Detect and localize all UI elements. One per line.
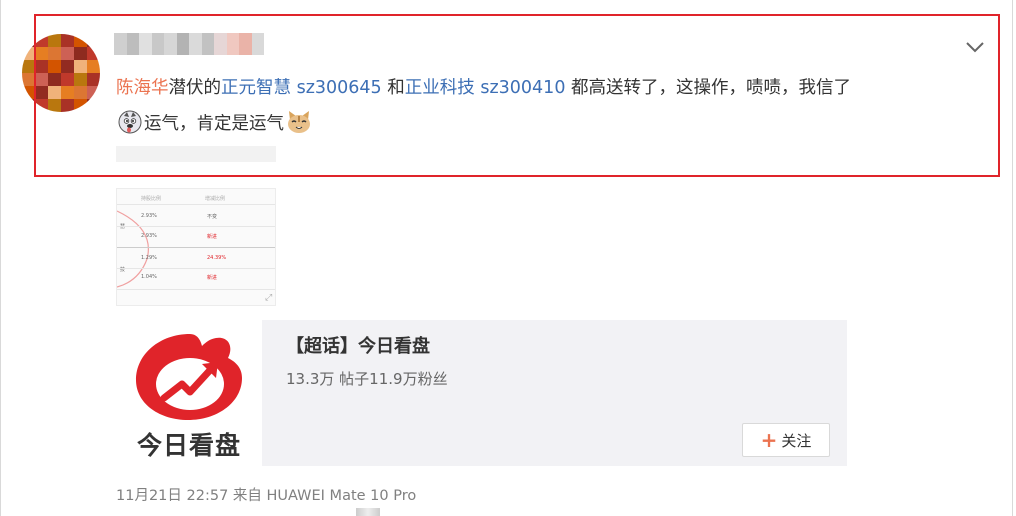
blurred-fragment: [356, 508, 380, 516]
thumbnail-header-cell: 持股比例: [141, 196, 162, 202]
post-image-thumbnail[interactable]: 持股比例 增减比例 慧 技 2.93% 不变 2.93% 新进 1.29% 24…: [116, 188, 276, 306]
thumbnail-divider: [117, 247, 275, 248]
post-source[interactable]: HUAWEI Mate 10 Pro: [267, 488, 417, 504]
plus-icon: +: [760, 428, 778, 452]
thumbnail-divider: [117, 268, 275, 269]
supertopic-stats: 13.3万 帖子11.9万粉丝: [286, 370, 448, 388]
chevron-down-icon[interactable]: [962, 34, 988, 60]
cat-emoji-icon: [286, 110, 312, 147]
text-segment: 潜伏的: [168, 78, 222, 98]
left-border: [0, 0, 1, 516]
company-link[interactable]: 正业科技: [405, 78, 475, 98]
thumbnail-cell: 24.39%: [207, 255, 227, 261]
thumbnail-cell: 1.04%: [141, 274, 157, 280]
thumbnail-cell: 1.29%: [141, 255, 157, 261]
weibo-logo-icon: [136, 334, 242, 420]
thumbnail-header-cell: 增减比例: [205, 196, 226, 202]
image-placeholder: [116, 146, 276, 162]
post-text: 陈海华潜伏的正元智慧 sz300645 和正业科技 sz300410 都高送转了…: [116, 70, 986, 147]
post-meta: 11月21日 22:57 来自 HUAWEI Mate 10 Pro: [116, 484, 416, 505]
stock-link[interactable]: sz300645: [297, 78, 382, 98]
thumbnail-cell: 2.93%: [141, 213, 157, 219]
thumbnail-divider: [117, 204, 275, 205]
follow-button[interactable]: + 关注: [742, 423, 830, 457]
thumbnail-divider: [117, 226, 275, 227]
supertopic-card[interactable]: 今日看盘 【超话】今日看盘 13.3万 帖子11.9万粉丝 + 关注: [116, 320, 847, 466]
follow-label: 关注: [781, 431, 812, 450]
stock-link[interactable]: sz300410: [480, 78, 565, 98]
post-timestamp[interactable]: 11月21日 22:57: [116, 488, 228, 504]
thumbnail-cell: 不变: [207, 214, 218, 220]
expand-icon: ⤢: [265, 293, 273, 303]
right-border: [1012, 0, 1013, 516]
company-link[interactable]: 正元智慧: [221, 78, 291, 98]
text-segment: 都高送转了，这操作，啧啧，我信了: [565, 78, 852, 98]
text-segment: 运气，肯定是运气: [144, 114, 284, 134]
thumbnail-divider: [117, 289, 275, 290]
source-prefix: 来自: [232, 488, 262, 504]
supertopic-logo: 今日看盘: [116, 320, 262, 466]
text-segment: 和: [381, 78, 405, 98]
thumbnail-cell: 新进: [207, 275, 218, 281]
mention-link[interactable]: 陈海华: [116, 78, 169, 98]
thumbnail-cell: 2.93%: [141, 233, 157, 239]
thumbnail-cell: 新进: [207, 234, 218, 240]
supertopic-logo-text: 今日看盘: [136, 431, 241, 460]
supertopic-title[interactable]: 【超话】今日看盘: [286, 332, 430, 358]
doge-emoji-icon: [118, 110, 142, 147]
